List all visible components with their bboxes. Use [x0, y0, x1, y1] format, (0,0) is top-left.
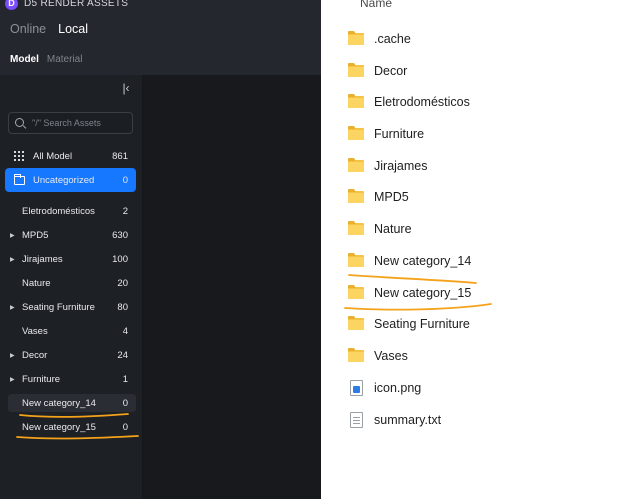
folder-icon: [348, 63, 364, 77]
category-count: 24: [117, 349, 128, 361]
file-name: Jirajames: [374, 159, 428, 173]
category-count: 20: [117, 277, 128, 289]
category-item-furniture[interactable]: ▶ Furniture 1: [8, 370, 136, 388]
file-name: MPD5: [374, 190, 409, 204]
file-item[interactable]: icon.png: [348, 378, 421, 398]
file-name: .cache: [374, 32, 411, 46]
tab-model[interactable]: Model: [10, 54, 39, 65]
folder-icon: [348, 285, 364, 299]
folder-icon: [348, 94, 364, 108]
file-name: Vases: [374, 349, 408, 363]
file-item[interactable]: summary.txt: [348, 410, 441, 430]
file-name: summary.txt: [374, 413, 442, 427]
file-item[interactable]: MPD5: [348, 187, 409, 207]
category-item-mpd5[interactable]: ▶ MPD5 630: [8, 226, 136, 244]
d5-logo-icon: D: [5, 0, 18, 10]
file-item[interactable]: Nature: [348, 219, 412, 239]
category-item-vases[interactable]: Vases 4: [8, 322, 136, 340]
file-name: icon.png: [374, 381, 422, 395]
grid-icon: [14, 151, 24, 161]
folder-icon: [14, 173, 25, 185]
folder-icon: [348, 253, 364, 267]
category-item-new-category-15[interactable]: New category_15 0: [8, 418, 136, 436]
category-count: 630: [112, 229, 128, 241]
expand-arrow-icon[interactable]: ▶: [8, 304, 18, 311]
file-item[interactable]: New category_15: [348, 283, 471, 303]
file-name: Seating Furniture: [374, 317, 470, 331]
file-item[interactable]: Decor: [348, 61, 407, 81]
brand: D D5 RENDER ASSETS: [5, 0, 128, 10]
uncategorized-item[interactable]: Uncategorized 0: [5, 168, 136, 192]
category-item-eletrodomesticos[interactable]: Eletrodomésticos 2: [8, 202, 136, 220]
category-item-decor[interactable]: ▶ Decor 24: [8, 346, 136, 364]
category-label: Furniture: [22, 373, 61, 385]
all-model-label: All Model: [33, 150, 73, 162]
category-count: 2: [122, 205, 128, 217]
folder-icon: [348, 158, 364, 172]
folder-icon: [348, 189, 364, 203]
brand-name: D5 RENDER ASSETS: [24, 0, 129, 9]
folder-icon: [348, 348, 364, 362]
uncategorized-label: Uncategorized: [33, 174, 95, 186]
category-label: New category_14: [22, 397, 96, 409]
file-name: Furniture: [374, 127, 425, 141]
folder-icon: [348, 126, 364, 140]
uncategorized-count: 0: [122, 174, 128, 186]
category-item-nature[interactable]: Nature 20: [8, 274, 136, 292]
category-count: 1: [122, 373, 128, 385]
file-name: Eletrodomésticos: [374, 95, 470, 109]
file-item[interactable]: Furniture: [348, 124, 424, 144]
file-explorer: Name .cache Decor Eletrodomésticos Furni…: [321, 0, 641, 499]
file-name: Nature: [374, 222, 412, 236]
category-count: 80: [117, 301, 128, 313]
search-placeholder: "/" Search Assets: [32, 118, 101, 128]
folder-icon: [348, 221, 364, 235]
name-column-header[interactable]: Name: [360, 0, 392, 10]
tab-local[interactable]: Local: [58, 22, 88, 36]
expand-arrow-icon[interactable]: ▶: [8, 256, 18, 263]
category-label: Seating Furniture: [22, 301, 95, 313]
category-count: 0: [122, 421, 128, 433]
category-item-jirajames[interactable]: ▶ Jirajames 100: [8, 250, 136, 268]
collapse-panel-icon[interactable]: |‹: [120, 81, 132, 95]
asset-type-tabs: Model Material: [10, 54, 82, 65]
search-input[interactable]: "/" Search Assets: [8, 112, 133, 134]
all-model-count: 861: [112, 150, 128, 162]
category-label: Eletrodomésticos: [22, 205, 95, 217]
expand-arrow-icon[interactable]: ▶: [8, 376, 18, 383]
folder-icon: [348, 316, 364, 330]
image-file-icon: [350, 380, 363, 396]
category-label: Nature: [22, 277, 51, 289]
expand-arrow-icon[interactable]: ▶: [8, 352, 18, 359]
file-item[interactable]: Vases: [348, 346, 408, 366]
asset-content-area: [143, 75, 321, 499]
expand-arrow-icon[interactable]: ▶: [8, 232, 18, 239]
category-item-seating-furniture[interactable]: ▶ Seating Furniture 80: [8, 298, 136, 316]
text-file-icon: [350, 412, 363, 428]
file-name: New category_14: [374, 254, 472, 268]
search-icon: [15, 117, 26, 129]
source-tabs: Online Local: [10, 22, 88, 36]
file-item[interactable]: .cache: [348, 29, 411, 49]
all-model-item[interactable]: All Model 861: [8, 147, 136, 165]
file-name: New category_15: [374, 286, 472, 300]
file-name: Decor: [374, 64, 408, 78]
file-item[interactable]: New category_14: [348, 251, 471, 271]
category-count: 4: [122, 325, 128, 337]
d5-assets-app: D D5 RENDER ASSETS Online Local Model Ma…: [0, 0, 321, 499]
file-item[interactable]: Jirajames: [348, 156, 428, 176]
category-label: Jirajames: [22, 253, 63, 265]
tab-material[interactable]: Material: [47, 54, 83, 65]
folder-icon: [348, 31, 364, 45]
file-item[interactable]: Seating Furniture: [348, 314, 470, 334]
category-item-new-category-14[interactable]: New category_14 0: [8, 394, 136, 412]
category-count: 100: [112, 253, 128, 265]
category-label: Vases: [22, 325, 48, 337]
category-count: 0: [122, 397, 128, 409]
category-label: New category_15: [22, 421, 96, 433]
tab-online[interactable]: Online: [10, 22, 46, 36]
file-item[interactable]: Eletrodomésticos: [348, 92, 470, 112]
category-label: MPD5: [22, 229, 49, 241]
category-label: Decor: [22, 349, 48, 361]
